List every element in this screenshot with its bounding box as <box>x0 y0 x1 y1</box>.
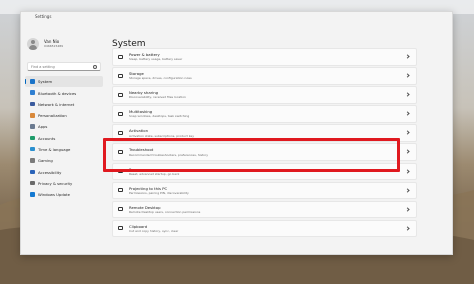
person-icon <box>30 135 35 141</box>
card-subtitle: Permissions, pairing PIN, discoverabilit… <box>129 190 189 195</box>
sidebar-item-apps[interactable]: Apps <box>25 121 103 132</box>
share-icon <box>118 92 123 97</box>
brush-icon <box>30 113 35 118</box>
sidebar-item-label: Network & internet <box>38 101 75 107</box>
sidebar-item-windows-update[interactable]: Windows Update <box>25 189 103 200</box>
card-subtitle: Cut and copy history, sync, clear <box>129 229 179 234</box>
sidebar-item-system[interactable]: System <box>25 76 103 88</box>
chevron-right-icon <box>405 207 410 212</box>
settings-card-power-battery[interactable]: Power & battery Sleep, battery usage, bat… <box>112 48 417 66</box>
bluetooth-icon <box>30 90 35 95</box>
sidebar-item-label: Apps <box>38 124 48 130</box>
globe-clock-icon <box>30 146 35 152</box>
card-subtitle: Reset, advanced startup, go back <box>129 171 180 176</box>
settings-card-remote-desktop[interactable]: Remote Desktop Remote Desktop users, conn… <box>112 200 417 219</box>
sidebar-item-time-language[interactable]: Time & language <box>25 144 103 155</box>
controller-icon <box>30 158 35 163</box>
remote-icon <box>118 207 123 212</box>
settings-window: Settings Van Nio 0466515489 Find a setti… <box>20 11 453 255</box>
user-profile[interactable]: Van Nio 0466515489 <box>27 38 103 54</box>
card-subtitle: Sleep, battery usage, battery saver <box>129 57 183 62</box>
app-title: Settings <box>35 14 52 19</box>
multitask-icon <box>118 111 123 116</box>
update-icon <box>30 192 35 197</box>
sidebar-item-accessibility[interactable]: Accessibility <box>25 166 103 177</box>
settings-card-storage[interactable]: Storage Storage space, drives, configurat… <box>112 67 417 85</box>
profile-email: 0466515489 <box>44 44 64 48</box>
sidebar-nav: System Bluetooth & devices Network & inter… <box>25 76 103 200</box>
sidebar-item-network-internet[interactable]: Network & internet <box>25 99 103 110</box>
drive-icon <box>118 73 123 78</box>
troubleshoot-highlight-box <box>103 138 400 172</box>
sidebar-item-label: Gaming <box>38 158 53 164</box>
chevron-right-icon <box>405 168 410 174</box>
sidebar-item-accounts[interactable]: Accounts <box>25 132 103 143</box>
sidebar-item-privacy-security[interactable]: Privacy & security <box>25 178 103 189</box>
chevron-right-icon <box>405 111 410 116</box>
chevron-right-icon <box>405 130 410 135</box>
sidebar-item-personalization[interactable]: Personalization <box>25 110 103 121</box>
sidebar-item-label: Personalization <box>38 113 67 119</box>
project-icon <box>118 188 123 193</box>
key-icon <box>118 130 123 135</box>
monitor-icon <box>30 79 35 84</box>
settings-card-multitasking[interactable]: Multitasking Snap windows, desktops, task… <box>112 105 417 123</box>
chevron-right-icon <box>405 73 410 78</box>
sidebar-item-label: Privacy & security <box>38 180 73 186</box>
apps-icon <box>30 124 35 129</box>
settings-card-nearby-sharing[interactable]: Nearby sharing Discoverability, received … <box>112 86 417 104</box>
wifi-icon <box>30 101 35 107</box>
sidebar-item-label: Accessibility <box>38 169 62 175</box>
chevron-right-icon <box>405 92 410 97</box>
power-icon <box>118 54 123 59</box>
sidebar-item-label: Bluetooth & devices <box>38 90 77 96</box>
avatar-body-shape <box>29 45 37 50</box>
avatar <box>27 38 39 50</box>
chevron-right-icon <box>405 188 410 193</box>
card-subtitle: Discoverability, received files location <box>129 95 186 100</box>
search-icon[interactable] <box>93 65 97 69</box>
search-placeholder: Find a setting <box>31 65 55 69</box>
card-subtitle: Storage space, drives, configuration rul… <box>129 76 192 81</box>
sidebar-item-label: System <box>38 79 53 85</box>
sidebar-item-label: Windows Update <box>38 192 70 198</box>
card-subtitle: Activation state, subscriptions, product… <box>129 133 194 138</box>
settings-card-clipboard[interactable]: Clipboard Cut and copy history, sync, cle… <box>112 219 417 238</box>
chevron-right-icon <box>405 54 410 59</box>
title-bar: Settings <box>21 12 452 26</box>
card-subtitle: Remote Desktop users, connection permiss… <box>129 209 201 214</box>
chevron-right-icon <box>405 226 410 231</box>
chevron-right-icon <box>405 149 410 155</box>
clipboard-icon <box>118 226 123 231</box>
card-subtitle: Snap windows, desktops, task switching <box>129 114 190 119</box>
accessibility-icon <box>30 169 35 175</box>
search-input[interactable]: Find a setting <box>27 62 101 71</box>
avatar-head-shape <box>31 40 35 44</box>
sidebar-item-label: Accounts <box>38 135 56 141</box>
sidebar-item-label: Time & language <box>38 147 71 153</box>
settings-card-projecting-to-this-pc[interactable]: Projecting to this PC Permissions, pairin… <box>112 181 417 200</box>
sidebar-item-gaming[interactable]: Gaming <box>25 155 103 166</box>
shield-icon <box>30 180 35 186</box>
sidebar-item-bluetooth-devices[interactable]: Bluetooth & devices <box>25 87 103 98</box>
